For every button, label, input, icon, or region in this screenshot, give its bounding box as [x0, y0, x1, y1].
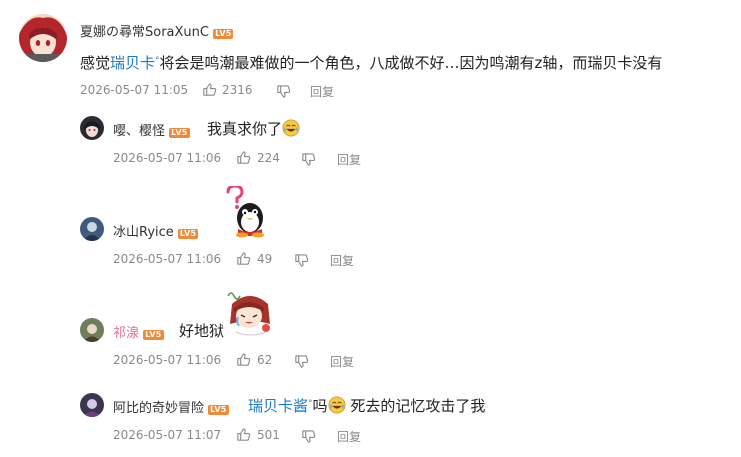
reply-button[interactable]: 回复: [310, 83, 334, 100]
avatar[interactable]: [80, 318, 104, 342]
level-badge: LV5: [177, 229, 199, 239]
like-count: 62: [257, 353, 273, 367]
reply-button[interactable]: 回复: [337, 428, 361, 445]
comment-text: 好地狱: [179, 322, 225, 340]
timestamp: 2026-05-07 11:07: [113, 428, 222, 442]
like-count: 224: [257, 151, 280, 165]
username-text[interactable]: 夏娜の尋常SoraXunC: [80, 25, 209, 40]
avatar[interactable]: [80, 116, 104, 140]
reply-button[interactable]: 回复: [337, 151, 361, 168]
avatar[interactable]: [19, 14, 67, 62]
level-badge: LV5: [143, 330, 164, 340]
timestamp: 2026-05-07 11:06: [113, 252, 222, 266]
level-badge: LV5: [208, 405, 229, 415]
like-count: 501: [257, 428, 280, 442]
comment-text: 感觉瑞贝卡°将会是鸣潮最难做的一个角色，八成做不好…因为鸣潮有z轴，而瑞贝卡没有: [80, 52, 662, 73]
mention-text[interactable]: 瑞贝卡酱: [248, 397, 308, 415]
timestamp: 2026-05-07 11:06: [113, 151, 222, 165]
comment-text-part: 将会是鸣潮最难做的一个角色，八成做不好…因为鸣潮有z轴，而瑞贝卡没有: [159, 54, 663, 72]
username[interactable]: 嘤、樱怪 LV5: [113, 120, 190, 139]
avatar[interactable]: [80, 393, 104, 417]
laughing-crying-emoji-icon: [328, 396, 346, 414]
username[interactable]: 夏娜の尋常SoraXunC LV5: [80, 21, 234, 40]
mention-link[interactable]: 瑞贝卡酱°: [248, 397, 313, 415]
like-icon[interactable]: [236, 251, 251, 266]
reply-button[interactable]: 回复: [330, 252, 354, 269]
dislike-icon[interactable]: [301, 429, 316, 444]
dislike-icon[interactable]: [294, 253, 309, 268]
reply-button[interactable]: 回复: [330, 353, 354, 370]
like-count: 2316: [222, 83, 253, 97]
comment-text: 瑞贝卡酱°吗 死去的记忆攻击了我: [248, 395, 485, 416]
username[interactable]: 祁湶 LV5: [113, 322, 164, 341]
comment-text-part: 吗: [312, 397, 328, 415]
like-icon[interactable]: [202, 82, 217, 97]
comment-text-part: 我真求你了: [207, 120, 283, 138]
level-badge: LV5: [169, 128, 190, 138]
comment-text: 我真求你了: [207, 118, 300, 139]
dislike-icon[interactable]: [301, 152, 316, 167]
avatar[interactable]: [80, 217, 104, 241]
level-badge: LV5: [213, 29, 234, 39]
penguin-sticker-icon: [218, 184, 270, 242]
username[interactable]: 阿比的奇妙冒险 LV5: [113, 397, 229, 416]
dislike-icon[interactable]: [276, 84, 291, 99]
laughing-crying-emoji-icon: [282, 119, 300, 137]
timestamp: 2026-05-07 11:05: [80, 83, 189, 97]
dislike-icon[interactable]: [294, 354, 309, 369]
mention-link[interactable]: 瑞贝卡°: [110, 54, 160, 72]
username-text[interactable]: 嘤、樱怪: [113, 124, 165, 139]
like-icon[interactable]: [236, 427, 251, 442]
anime-girl-sticker-icon: [224, 288, 276, 344]
username-text[interactable]: 冰山Ryice: [113, 225, 174, 240]
like-count: 49: [257, 252, 273, 266]
comment-text-part: 感觉: [80, 54, 111, 72]
like-icon[interactable]: [236, 352, 251, 367]
timestamp: 2026-05-07 11:06: [113, 353, 222, 367]
like-icon[interactable]: [236, 150, 251, 165]
comment-text-part: 死去的记忆攻击了我: [350, 397, 486, 415]
username-text[interactable]: 阿比的奇妙冒险: [113, 401, 204, 416]
username[interactable]: 冰山Ryice LV5: [113, 221, 199, 240]
mention-text[interactable]: 瑞贝卡: [110, 54, 155, 72]
username-text[interactable]: 祁湶: [113, 326, 139, 341]
